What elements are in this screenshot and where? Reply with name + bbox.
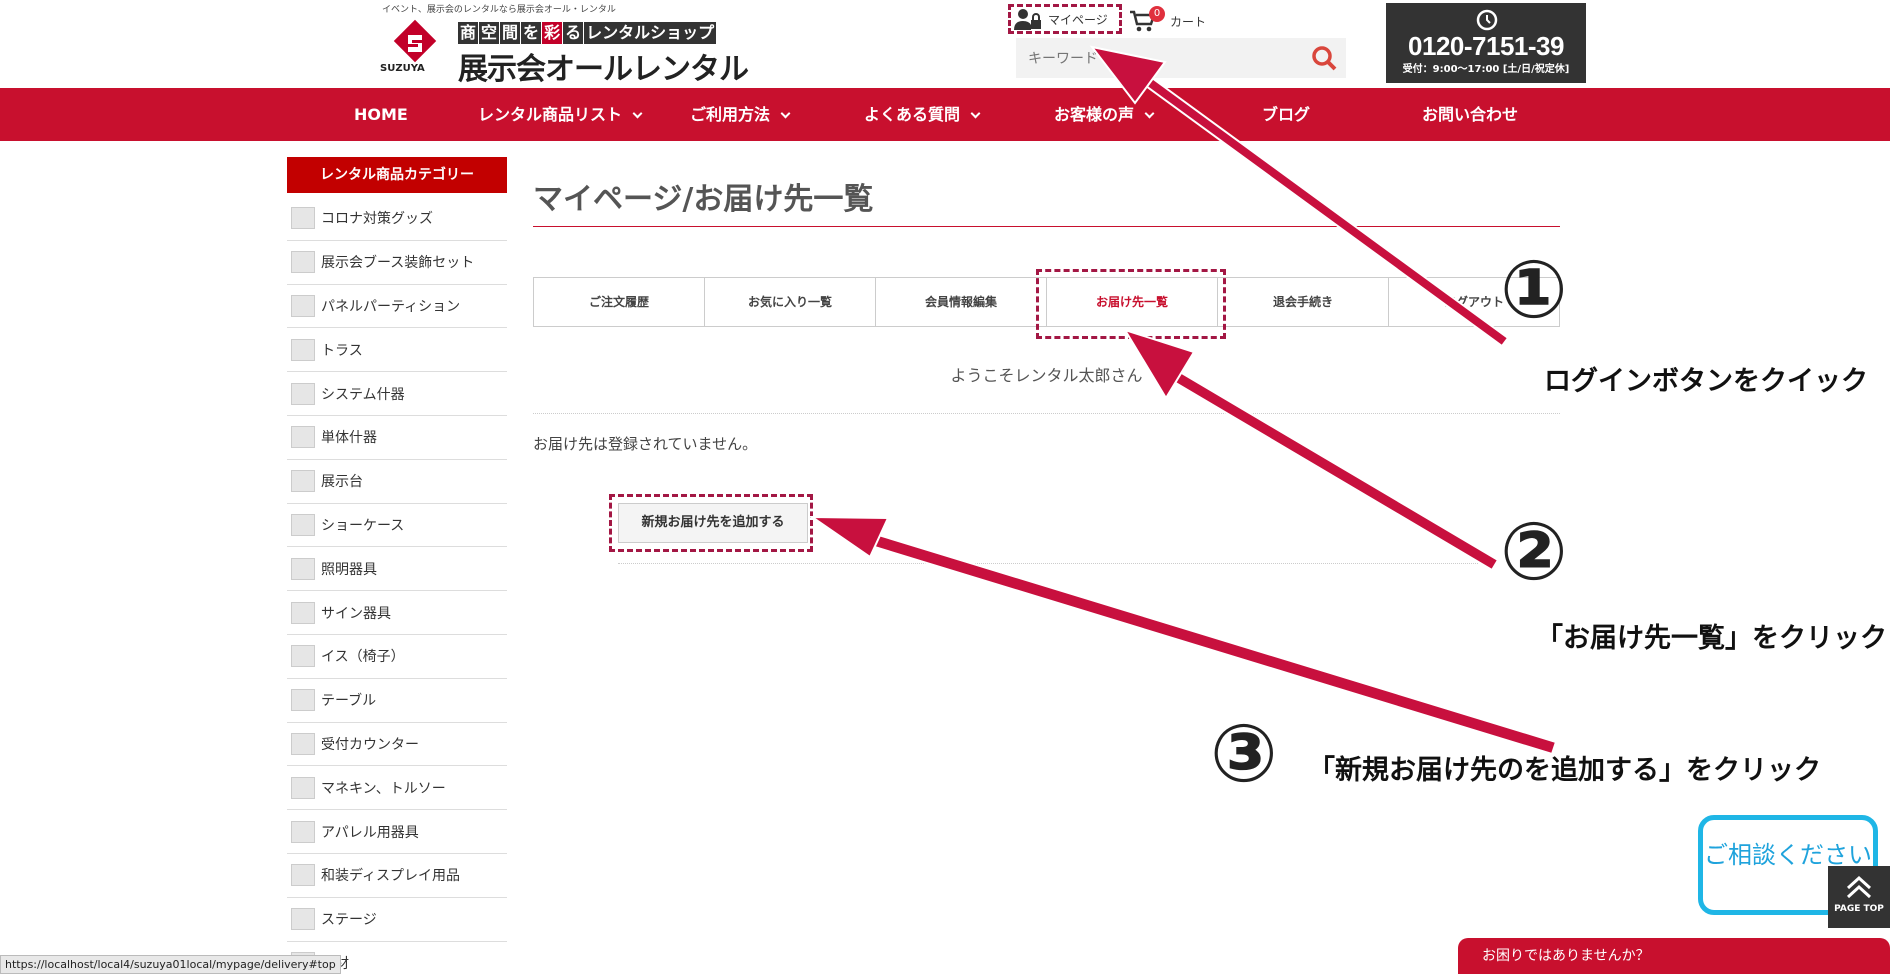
annotation-arrows <box>808 45 1558 756</box>
arrow-to-delivery-tab <box>1122 328 1500 572</box>
annotation-step1-number: ① <box>1500 243 1568 336</box>
page-top-button[interactable]: PAGE TOP <box>1828 866 1890 928</box>
annotation-step2-text: 「お届け先一覧」をクリック <box>1536 623 1887 654</box>
arrow-to-add-button <box>808 515 1558 756</box>
annotation-step2-number: ② <box>1500 505 1568 598</box>
annotation-step1-text: ログインボタンをクイック <box>1544 366 1868 397</box>
annotation-step3-text: 「新規お届け先のを追加する」をクリック <box>1308 755 1821 786</box>
double-chevron-up-icon <box>1846 875 1872 899</box>
help-chat-bar[interactable]: お困りではありませんか？ <box>1458 938 1890 974</box>
arrow-to-mypage <box>1089 45 1510 348</box>
annotation-step3-number: ③ <box>1210 707 1278 800</box>
browser-status-url: https://localhost/local4/suzuya01local/m… <box>0 955 341 974</box>
